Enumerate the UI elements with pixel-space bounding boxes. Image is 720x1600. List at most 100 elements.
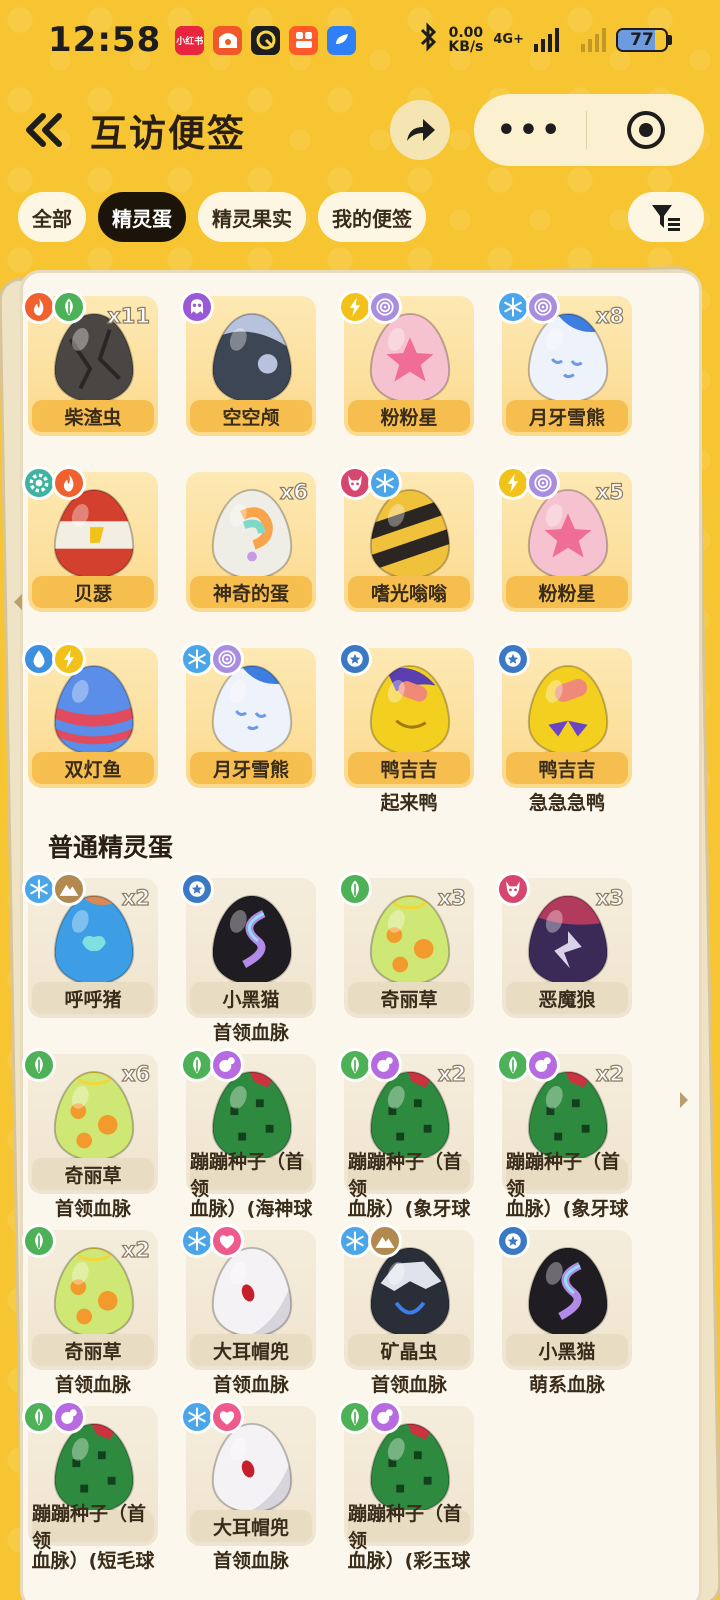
normal-egg-card[interactable]: x2 蹦蹦种子（首领 血脉）(象牙球 [496, 1048, 632, 1222]
speed-value: 0.00 [448, 25, 484, 41]
snowflake-icon [22, 872, 56, 906]
type-badges [22, 290, 86, 324]
close-miniprogram-button[interactable] [587, 109, 704, 151]
egg-name: 大耳帽兜 [190, 1334, 312, 1366]
special-egg-card[interactable]: 嗜光嗡嗡 [338, 466, 474, 612]
swirl-icon [210, 642, 244, 676]
type-badges [22, 872, 86, 906]
normal-egg-card[interactable]: x2 呼呼猪 [22, 872, 158, 1046]
normal-egg-card[interactable]: 大耳帽兜 首领血脉 [180, 1224, 316, 1398]
special-egg-card[interactable]: x6 神奇的蛋 [186, 472, 316, 612]
bluetooth-icon [418, 21, 438, 59]
normal-egg-card[interactable]: 小黑猫 首领血脉 [180, 872, 316, 1046]
normal-egg-card[interactable]: 矿晶虫 首领血脉 [338, 1224, 474, 1398]
network-label: 4G+ [493, 32, 524, 47]
back-button[interactable] [20, 106, 68, 154]
normal-egg-tile: 蹦蹦种子（首领 [22, 1400, 158, 1552]
egg-subtitle: 首领血脉 [212, 1022, 289, 1044]
egg-subtitle: 急急急鸭 [528, 792, 605, 814]
egg-bee-image [369, 488, 451, 582]
normal-egg-card[interactable]: 蹦蹦种子（首领 血脉）(彩玉球 [338, 1400, 474, 1574]
egg-red-white-image [53, 488, 135, 582]
normal-egg-card[interactable]: 大耳帽兜 首领血脉 [180, 1400, 316, 1574]
star-icon [180, 872, 214, 906]
quantity-label: x2 [595, 1061, 624, 1086]
network-speed: 0.00 KB/s [448, 26, 483, 54]
special-egg-card[interactable]: 贝瑟 [22, 466, 158, 612]
normal-egg-card[interactable]: x3 奇丽草 [338, 872, 474, 1046]
egg-lantern-fish-image [53, 664, 135, 758]
fire-icon [52, 466, 86, 500]
special-egg-tile: 月牙雪熊 [180, 642, 316, 788]
signal-strength-sim2-icon [581, 28, 606, 52]
egg-name: 蹦蹦种子（首领 [348, 1503, 470, 1552]
special-egg-tile: 粉粉星 [338, 290, 474, 436]
special-egg-card[interactable]: 鸭吉吉 起来鸭 [338, 642, 474, 816]
share-button[interactable] [390, 100, 450, 160]
quantity-label: x2 [121, 1237, 150, 1262]
more-menu-button[interactable]: ••• [474, 113, 586, 148]
type-badges [22, 466, 86, 500]
tab-my-notes[interactable]: 我的便签 [318, 192, 426, 242]
egg-subtitle: 首领血脉 [370, 1374, 447, 1396]
leaf-icon [22, 1400, 56, 1434]
special-egg-tile: x6 神奇的蛋 [186, 472, 316, 612]
special-egg-card[interactable]: 双灯鱼 [22, 642, 158, 816]
type-badges [180, 290, 214, 324]
snowflake-icon [180, 642, 214, 676]
star-icon [338, 642, 372, 676]
normal-egg-card[interactable]: 蹦蹦种子（首领 血脉）(海神球 [180, 1048, 316, 1222]
status-time: 12:58 [48, 20, 162, 60]
normal-egg-card[interactable]: 小黑猫 萌系血脉 [496, 1224, 632, 1398]
type-badges [338, 1048, 402, 1082]
leaf-icon [338, 872, 372, 906]
special-egg-card[interactable]: 鸭吉吉 急急急鸭 [496, 642, 632, 816]
special-egg-card[interactable]: 空空颅 [180, 290, 316, 436]
normal-egg-tile: 小黑猫 [496, 1224, 632, 1370]
special-egg-card[interactable]: x11 柴渣虫 [22, 290, 158, 436]
tab-spirit-fruits[interactable]: 精灵果实 [198, 192, 306, 242]
leaf-icon [180, 1048, 214, 1082]
demon-icon [338, 466, 372, 500]
egg-name: 嗜光嗡嗡 [348, 576, 470, 608]
special-egg-tile: 双灯鱼 [22, 642, 158, 788]
normal-egg-card[interactable]: x2 蹦蹦种子（首领 血脉）(象牙球 [338, 1048, 474, 1222]
normal-egg-card[interactable]: x2 奇丽草 首领血脉 [22, 1224, 158, 1398]
normal-egg-card[interactable]: x3 恶魔狼 [496, 872, 632, 1046]
special-egg-grid: x11 柴渣虫 空空颅 粉粉星 x8 月牙雪熊 贝瑟 x6 神奇的蛋 嗜光嗡嗡 x5 粉… [22, 290, 668, 816]
speed-unit: KB/s [448, 39, 484, 55]
normal-egg-tile: 大耳帽兜 [180, 1400, 316, 1546]
special-egg-card[interactable]: x5 粉粉星 [496, 466, 632, 612]
target-icon [626, 111, 665, 149]
double-chevron-left-icon [26, 113, 62, 147]
normal-egg-card[interactable]: 蹦蹦种子（首领 血脉）(短毛球 [22, 1400, 158, 1574]
type-badges [180, 1224, 244, 1258]
leaf-icon [22, 1048, 56, 1082]
egg-subtitle: 萌系血脉 [528, 1374, 605, 1396]
tab-spirit-eggs[interactable]: 精灵蛋 [98, 192, 186, 242]
type-badges [22, 1400, 86, 1434]
special-egg-card[interactable]: x8 月牙雪熊 [496, 290, 632, 436]
normal-egg-tile: 蹦蹦种子（首领 [338, 1400, 474, 1552]
normal-egg-tile: 大耳帽兜 [180, 1224, 316, 1370]
normal-egg-tile: 矿晶虫 [338, 1224, 474, 1370]
snowflake-icon [338, 1224, 372, 1258]
snowflake-icon [368, 466, 402, 500]
page-title: 互访便签 [90, 112, 246, 155]
special-egg-card[interactable]: 粉粉星 [338, 290, 474, 436]
cloud-app-icon [327, 25, 357, 55]
egg-name: 鸭吉吉 [348, 752, 470, 784]
heart-icon [210, 1400, 244, 1434]
egg-name: 神奇的蛋 [190, 576, 312, 608]
tab-all[interactable]: 全部 [18, 192, 86, 242]
swirl-icon [368, 290, 402, 324]
type-badges [338, 290, 402, 324]
normal-egg-card[interactable]: x6 奇丽草 首领血脉 [22, 1048, 158, 1222]
filter-button[interactable] [628, 192, 704, 242]
special-egg-card[interactable]: 月牙雪熊 [180, 642, 316, 816]
egg-duck-a-image [369, 664, 451, 758]
egg-subtitle: 首领血脉 [54, 1374, 131, 1396]
mountain-icon [52, 872, 86, 906]
lightning-icon [52, 642, 86, 676]
special-egg-tile: 鸭吉吉 [496, 642, 632, 788]
